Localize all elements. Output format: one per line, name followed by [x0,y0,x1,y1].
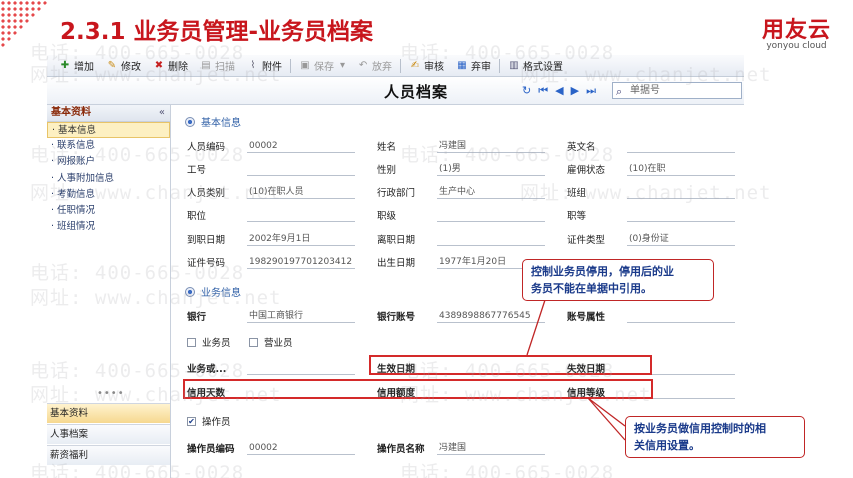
arrow-to-credit-2 [587,397,626,441]
callout-credit-line-2: 关信用设置。 [634,439,700,452]
callout-arrows [526,299,626,441]
arrow-to-validity [526,299,546,356]
callout-credit-note: 按业务员做信用控制时的相 关信用设置。 [625,416,805,458]
arrow-to-credit [587,397,626,427]
callout-credit-line-1: 按业务员做信用控制时的相 [634,422,766,435]
callout-validity-line-2: 务员不能在单据中引用。 [531,282,652,295]
callout-validity-note: 控制业务员停用，停用后的业 务员不能在单据中引用。 [522,259,714,301]
callout-validity-line-1: 控制业务员停用，停用后的业 [531,265,674,278]
